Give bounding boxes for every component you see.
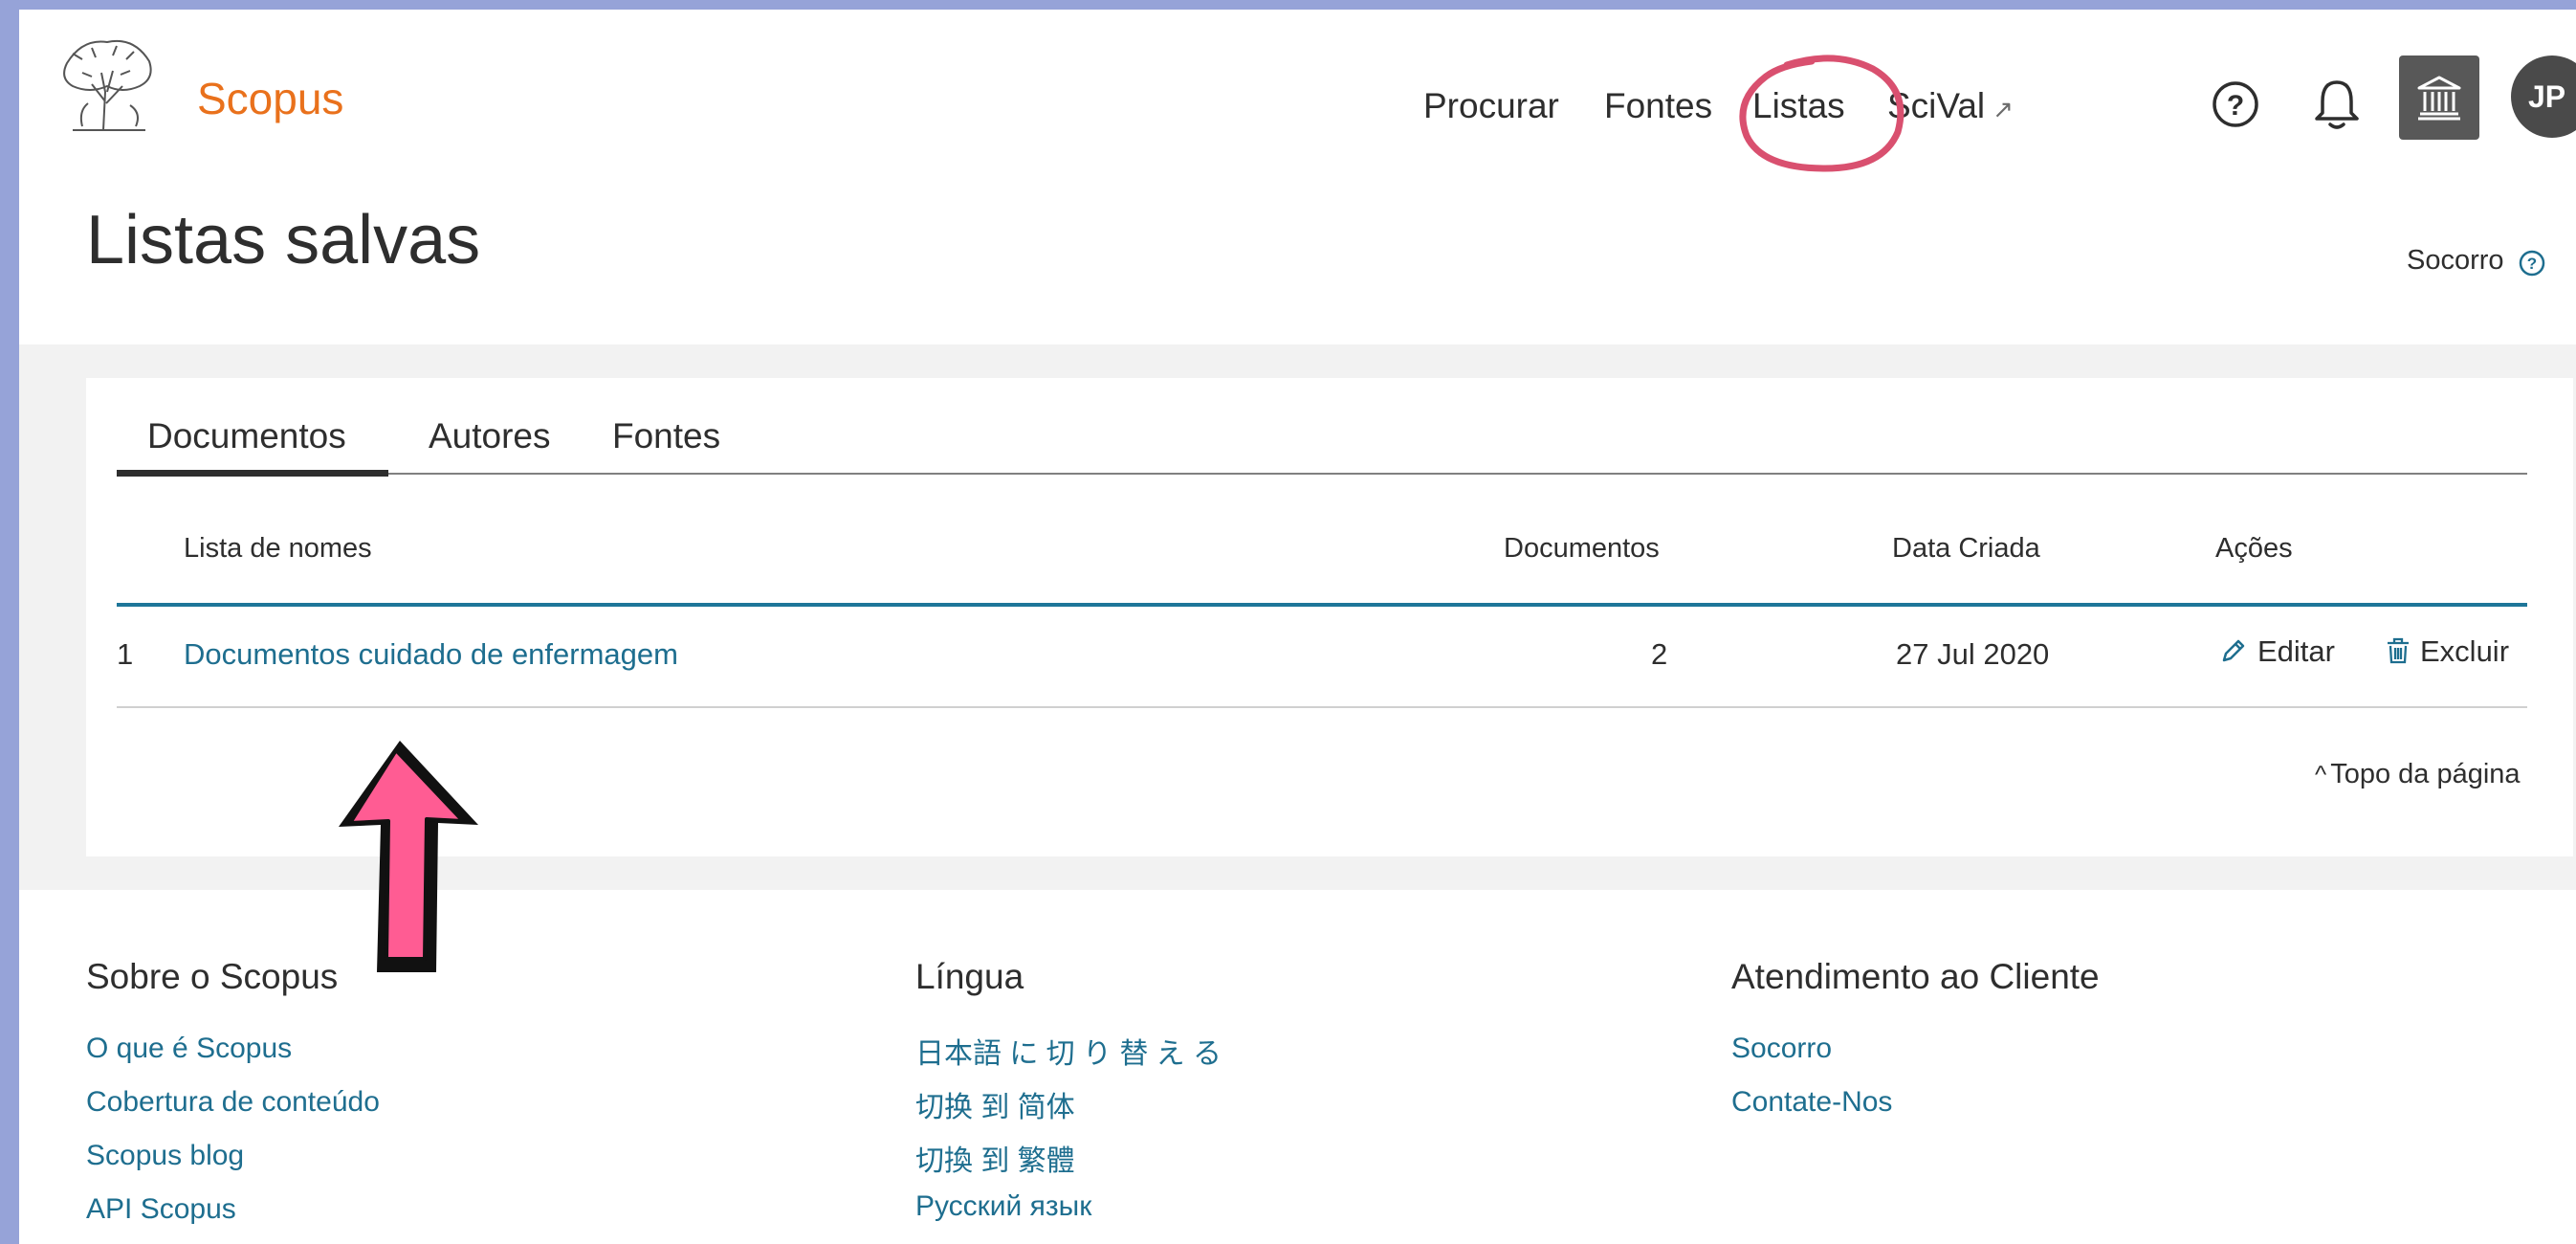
delete-label: Excluir <box>2420 634 2510 668</box>
delete-button[interactable]: Excluir <box>2386 634 2509 669</box>
table-header-rule <box>117 603 2527 607</box>
footer-link-simplified-chinese[interactable]: 切换 到 简体 <box>915 1083 1075 1125</box>
svg-text:?: ? <box>2527 255 2537 273</box>
list-name-link[interactable]: Documentos cuidado de enfermagem <box>184 637 678 672</box>
footer-language-heading: Língua <box>915 957 1024 996</box>
tab-documentos[interactable]: Documentos <box>147 416 346 456</box>
footer-link-scopus-blog[interactable]: Scopus blog <box>86 1140 244 1172</box>
institution-icon <box>2417 76 2461 121</box>
user-avatar[interactable]: JP <box>2511 56 2576 138</box>
pink-arrow-annotation <box>339 741 478 972</box>
elsevier-tree-logo-icon[interactable] <box>54 34 161 134</box>
page-title: Listas salvas <box>86 202 481 278</box>
help-small-icon[interactable]: ? <box>2518 249 2546 278</box>
pencil-icon <box>2222 639 2245 662</box>
site-header: Scopus Procurar Fontes Listas SciVal ↗ ? … <box>19 10 2576 278</box>
footer-link-help[interactable]: Socorro <box>1731 1033 1832 1065</box>
tabs-divider <box>117 473 2527 475</box>
bell-icon[interactable] <box>2313 77 2361 132</box>
trash-icon <box>2388 637 2409 664</box>
tab-autores[interactable]: Autores <box>429 416 551 456</box>
edit-button[interactable]: Editar <box>2219 634 2335 669</box>
edit-label: Editar <box>2257 634 2335 668</box>
svg-text:?: ? <box>2227 90 2244 122</box>
column-header-date[interactable]: Data Criada <box>1892 533 2040 565</box>
row-created-date: 27 Jul 2020 <box>1896 637 2050 671</box>
scopus-brand[interactable]: Scopus <box>197 73 343 124</box>
column-header-actions: Ações <box>2215 533 2293 564</box>
tab-fontes[interactable]: Fontes <box>612 416 720 456</box>
active-tab-indicator <box>117 470 388 477</box>
footer-link-japanese[interactable]: 日本語 に 切 り 替 え る <box>915 1030 1222 1072</box>
row-document-count: 2 <box>1651 637 1668 671</box>
help-icon[interactable]: ? <box>2210 78 2261 130</box>
nav-procurar[interactable]: Procurar <box>1423 86 1559 126</box>
chevron-up-icon: ^ <box>2315 760 2327 789</box>
footer-link-contact[interactable]: Contate-Nos <box>1731 1086 1892 1119</box>
row-index: 1 <box>117 637 134 671</box>
footer-link-russian[interactable]: Русский язык <box>915 1190 1091 1223</box>
column-header-name[interactable]: Lista de nomes <box>184 533 372 565</box>
footer-support-heading: Atendimento ao Cliente <box>1731 957 2100 996</box>
external-link-icon: ↗ <box>1993 95 2014 123</box>
back-to-top-link[interactable]: ^ Topo da página <box>2315 759 2521 790</box>
back-to-top-label: Topo da página <box>2330 759 2521 789</box>
column-header-documents[interactable]: Documentos <box>1504 533 1660 565</box>
footer-link-api-scopus[interactable]: API Scopus <box>86 1193 236 1226</box>
highlight-circle-annotation <box>1739 55 1904 172</box>
footer-link-what-is-scopus[interactable]: O que é Scopus <box>86 1033 292 1065</box>
institution-button[interactable] <box>2399 56 2479 140</box>
footer-about-heading: Sobre o Scopus <box>86 957 339 996</box>
table-row-rule <box>117 706 2527 708</box>
nav-fontes[interactable]: Fontes <box>1604 86 1712 126</box>
help-link[interactable]: Socorro <box>2407 245 2504 277</box>
scopus-page: Scopus Procurar Fontes Listas SciVal ↗ ? … <box>19 10 2576 1244</box>
footer-link-content-coverage[interactable]: Cobertura de conteúdo <box>86 1086 380 1119</box>
footer-link-traditional-chinese[interactable]: 切換 到 繁體 <box>915 1137 1075 1179</box>
